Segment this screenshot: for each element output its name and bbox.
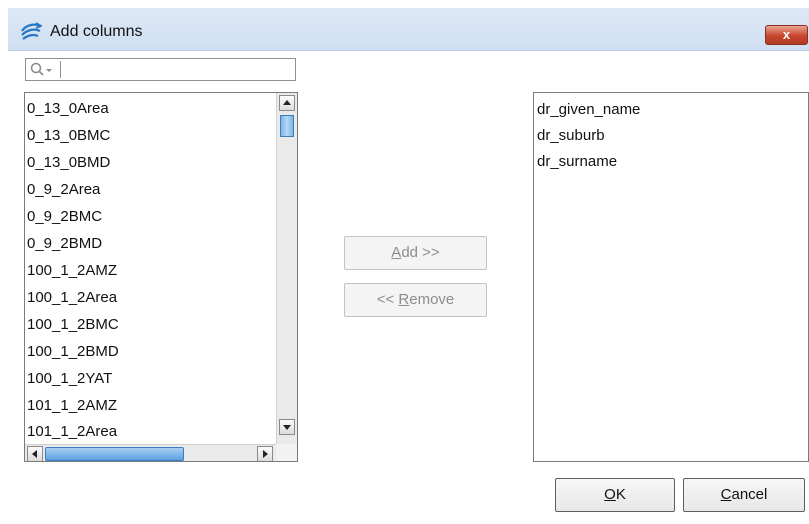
ok-button-label: K (615, 486, 626, 503)
title-bar: Add columns x (8, 8, 809, 51)
cancel-button[interactable]: Cancel (683, 478, 805, 512)
ok-button[interactable]: OK (555, 478, 675, 512)
list-item[interactable]: 100_1_2Area (27, 285, 117, 311)
list-item[interactable]: 100_1_2BMD (27, 339, 119, 365)
list-item[interactable]: 100_1_2AMZ (27, 258, 117, 284)
close-button[interactable]: x (765, 25, 808, 45)
scrollbar-corner (276, 444, 297, 461)
horizontal-scroll-thumb[interactable] (45, 447, 184, 461)
add-button[interactable]: Add >> (344, 236, 487, 270)
cancel-button-label: ancel (731, 486, 768, 503)
scroll-up-button[interactable] (279, 95, 295, 111)
list-item[interactable]: 0_13_0BMC (27, 123, 110, 149)
remove-button-prefix: << (376, 291, 399, 308)
list-item[interactable]: 0_9_2BMD (27, 231, 102, 257)
search-box (25, 58, 296, 81)
list-item[interactable]: 100_1_2BMC (27, 312, 119, 338)
list-item[interactable]: dr_suburb (537, 123, 605, 149)
search-dropdown-button[interactable] (28, 61, 61, 78)
remove-button[interactable]: << Remove (344, 283, 487, 317)
list-item[interactable]: 0_9_2BMC (27, 204, 102, 230)
window-title: Add columns (50, 23, 143, 40)
vertical-scrollbar[interactable] (276, 93, 297, 444)
arrow-left-icon (32, 450, 37, 458)
remove-button-mnemonic: R (398, 291, 410, 308)
available-columns-list[interactable]: 0_13_0Area 0_13_0BMC 0_13_0BMD 0_9_2Area… (24, 92, 298, 462)
ok-button-mnemonic: O (604, 486, 616, 503)
cancel-button-mnemonic: C (720, 486, 732, 503)
arrow-right-icon (263, 450, 268, 458)
horizontal-scrollbar[interactable] (25, 444, 276, 461)
list-item[interactable]: 0_13_0BMD (27, 150, 110, 176)
search-icon (30, 62, 52, 76)
list-item[interactable]: 100_1_2YAT (27, 366, 112, 392)
list-item[interactable]: 0_9_2Area (27, 177, 100, 203)
list-item[interactable]: dr_surname (537, 149, 617, 175)
arrow-up-icon (283, 100, 291, 105)
remove-button-label: emove (409, 291, 455, 308)
arrow-down-icon (283, 425, 291, 430)
scroll-down-button[interactable] (279, 419, 295, 435)
selected-columns-list[interactable]: dr_given_name dr_suburb dr_surname (533, 92, 809, 462)
list-item[interactable]: 101_1_2Area (27, 419, 117, 445)
scroll-left-button[interactable] (27, 446, 43, 461)
dialog-body: 0_13_0Area 0_13_0BMC 0_13_0BMD 0_9_2Area… (8, 51, 809, 524)
scroll-right-button[interactable] (257, 446, 273, 461)
vertical-scroll-thumb[interactable] (280, 115, 294, 137)
list-item[interactable]: 101_1_2AMZ (27, 393, 117, 419)
list-item[interactable]: 0_13_0Area (27, 96, 109, 122)
list-item[interactable]: dr_given_name (537, 97, 640, 123)
search-input[interactable] (63, 60, 291, 79)
app-logo-icon (21, 22, 42, 40)
close-icon: x (782, 27, 791, 42)
add-button-mnemonic: A (391, 244, 402, 261)
add-button-label: dd >> (401, 244, 440, 261)
